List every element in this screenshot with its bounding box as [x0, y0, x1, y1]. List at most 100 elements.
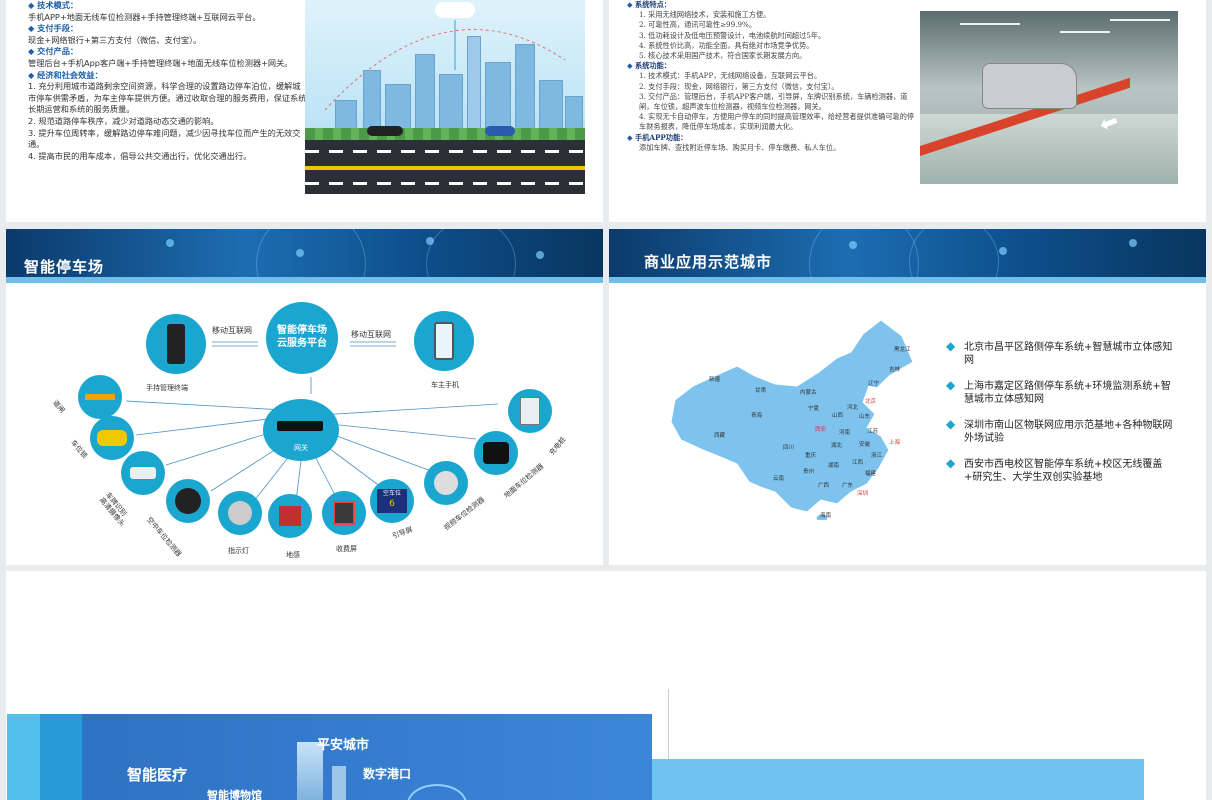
province-label: 浙江 [871, 453, 883, 459]
province-label: 宁夏 [808, 406, 820, 412]
section-heading: 经济和社会效益： [28, 70, 308, 82]
tower-illustration [332, 766, 346, 800]
feature-item: 3. 低功耗设计及低电压预警设计，电池续航时间超过5年。 [639, 30, 826, 40]
app-functions-text: 添加车牌、查找附近停车场、购买月卡、停车缴费、私人车位。 [639, 142, 841, 152]
car-icon [367, 126, 403, 136]
province-label: 湖北 [831, 443, 843, 449]
van-icon [982, 63, 1077, 109]
app-label-smart-museum: 智能博物馆 [207, 789, 262, 800]
province-label: 海南 [820, 513, 832, 519]
province-label: 青海 [751, 413, 763, 419]
ground-sensor-icon [268, 494, 312, 538]
province-label: 福建 [865, 471, 877, 477]
feature-item: 4. 系统性价比高，功能全面，具有绝对市场竞争优势。 [639, 40, 814, 50]
province-label: 吉林 [889, 367, 901, 373]
gateway-node: 网关 [263, 399, 339, 461]
slide-system-features[interactable]: 系统特点： 1. 采用无线网络技术，安装和施工方便。 2. 可靠性高，通讯可靠性… [609, 0, 1206, 222]
province-label: 西安 [815, 427, 827, 433]
section-body: 现金+网络银行+第三方支付（微信、支付宝）。 [28, 34, 202, 45]
mobile-internet-right-label: 移动互联网 [351, 330, 391, 339]
app-label-digital-port: 数字港口 [363, 767, 412, 781]
function-item: 4. 实现无卡自动停车，方便用户停车的同时提高管理效率，给经营者提供准确可靠的停… [639, 112, 915, 132]
barrier-gate-icon [78, 375, 122, 419]
section-body: 手机APP+地面无线车位检测器+手持管理终端+互联网云平台。 [28, 11, 261, 22]
parking-lock-icon [90, 416, 134, 460]
slide-smart-parking[interactable]: 智能停车场 智能停车场 云服务平台 网关 移动互联网 移动互联网 手持管理终端 … [6, 229, 603, 565]
slide-title: 商业应用示范城市 [644, 253, 773, 271]
owner-phone-icon [414, 311, 474, 371]
province-label: 广东 [842, 483, 854, 489]
app-label-smart-medical: 智能医疗 [127, 766, 188, 784]
slide-header: 商业应用示范城市 [609, 229, 1206, 283]
province-label: 江苏 [867, 429, 879, 435]
section-body: 管理后台+手机App客户端+手持管理终端+地面无线车位检测器+网关。 [28, 57, 293, 68]
road-illustration [305, 140, 585, 194]
charging-pile-icon [508, 389, 552, 433]
handheld-terminal-label: 手持管理终端 [146, 384, 188, 392]
router-icon [277, 421, 323, 431]
province-label: 上海 [889, 440, 901, 446]
province-label: 河南 [839, 430, 851, 436]
car-icon [485, 126, 515, 136]
gateway-label: 网关 [294, 444, 308, 452]
device-label: 指示灯 [228, 547, 249, 555]
fee-screen-icon [322, 491, 366, 535]
china-map [670, 319, 914, 520]
system-features-text: 系统特点： 1. 采用无线网络技术，安装和施工方便。 2. 可靠性高，通讯可靠性… [627, 0, 919, 153]
guide-screen-text: 空车位 [382, 490, 401, 497]
light-blue-panel [652, 759, 1144, 800]
province-label: 深圳 [857, 491, 869, 497]
province-label: 河北 [847, 405, 859, 411]
function-item: 3. 交付产品：管理后台，手机APP客户端，引导屏，车牌识别系统，车辆检测器，道… [639, 91, 908, 112]
demo-city-item: 北京市昌平区路侧停车系统+智慧城市立体感知网 [946, 340, 1176, 367]
smart-city-illustration [305, 0, 585, 194]
section-heading: 支付手段： [28, 23, 308, 35]
province-label: 广西 [818, 483, 830, 489]
parking-garage-photo: ⬅ [920, 11, 1178, 184]
slide-parking-business-model[interactable]: 技术模式： 手机APP+地面无线车位检测器+手持管理终端+互联网云平台。 支付手… [6, 0, 603, 222]
tree-row [305, 128, 585, 140]
feature-item: 5. 核心技术采用国产技术，符合国家长期发展方向。 [639, 51, 807, 61]
handheld-terminal-icon [146, 314, 206, 374]
province-label: 西藏 [714, 433, 726, 439]
section-heading: 技术模式： [28, 0, 308, 12]
section-heading: 交付产品： [28, 46, 308, 58]
province-label: 山东 [859, 414, 871, 420]
province-label: 四川 [783, 445, 795, 451]
province-label: 山西 [832, 413, 844, 419]
ground-detector-icon [474, 431, 518, 475]
province-label: 云南 [773, 476, 785, 482]
demo-city-item: 上海市嘉定区路侧停车系统+环境监测系统+智慧城市立体感知网 [946, 379, 1176, 406]
function-item: 1. 技术模式：手机APP，无线网络设备，互联网云平台。 [639, 71, 822, 81]
device-label: 收费屏 [336, 545, 357, 553]
cloud-platform-node: 智能停车场 云服务平台 [266, 302, 338, 374]
demo-city-item: 深圳市南山区物联网应用示范基地+各种物联网外场试验 [946, 418, 1176, 445]
feature-item: 2. 可靠性高，通讯可靠性≥99.9%。 [639, 20, 757, 30]
province-label: 新疆 [709, 377, 721, 383]
ceiling-detector-icon [166, 479, 210, 523]
slide-demo-cities[interactable]: 商业应用示范城市 黑龙江 吉林 新疆 甘肃 内蒙古 辽宁 北京 宁夏 山西 河北… [609, 229, 1206, 565]
feature-item: 1. 采用无线网络技术，安装和施工方便。 [639, 10, 771, 20]
demo-city-item: 西安市西电校区智能停车系统+校区无线覆盖+研究生、大学生双创实验基地 [946, 457, 1176, 484]
guide-screen-number: 6 [389, 499, 395, 509]
ring-illustration [407, 784, 467, 800]
province-label: 湖南 [828, 463, 840, 469]
smart-city-banner: 平安城市 智能医疗 数字港口 智能博物馆 [7, 714, 652, 800]
demo-city-list: 北京市昌平区路侧停车系统+智慧城市立体感知网 上海市嘉定区路侧停车系统+环境监测… [946, 340, 1176, 497]
mobile-internet-left-label: 移动互联网 [212, 326, 252, 335]
province-label: 黑龙江 [894, 347, 911, 353]
video-detector-icon [424, 461, 468, 505]
device-label: 地感 [286, 551, 300, 559]
owner-phone-label: 车主手机 [431, 381, 459, 389]
functions-heading: 系统功能： [627, 61, 919, 71]
app-label-safe-city: 平安城市 [317, 738, 370, 753]
features-heading: 系统特点： [627, 0, 919, 10]
divider [668, 689, 669, 759]
indicator-light-icon [218, 491, 262, 535]
province-label: 甘肃 [755, 388, 767, 394]
province-label: 重庆 [805, 453, 817, 459]
plate-camera-icon [121, 451, 165, 495]
province-label: 内蒙古 [800, 390, 817, 396]
guide-screen-icon: 空车位 6 [370, 479, 414, 523]
slide-smart-city-applications[interactable]: 平安城市 智能医疗 数字港口 智能博物馆 [6, 571, 1206, 800]
